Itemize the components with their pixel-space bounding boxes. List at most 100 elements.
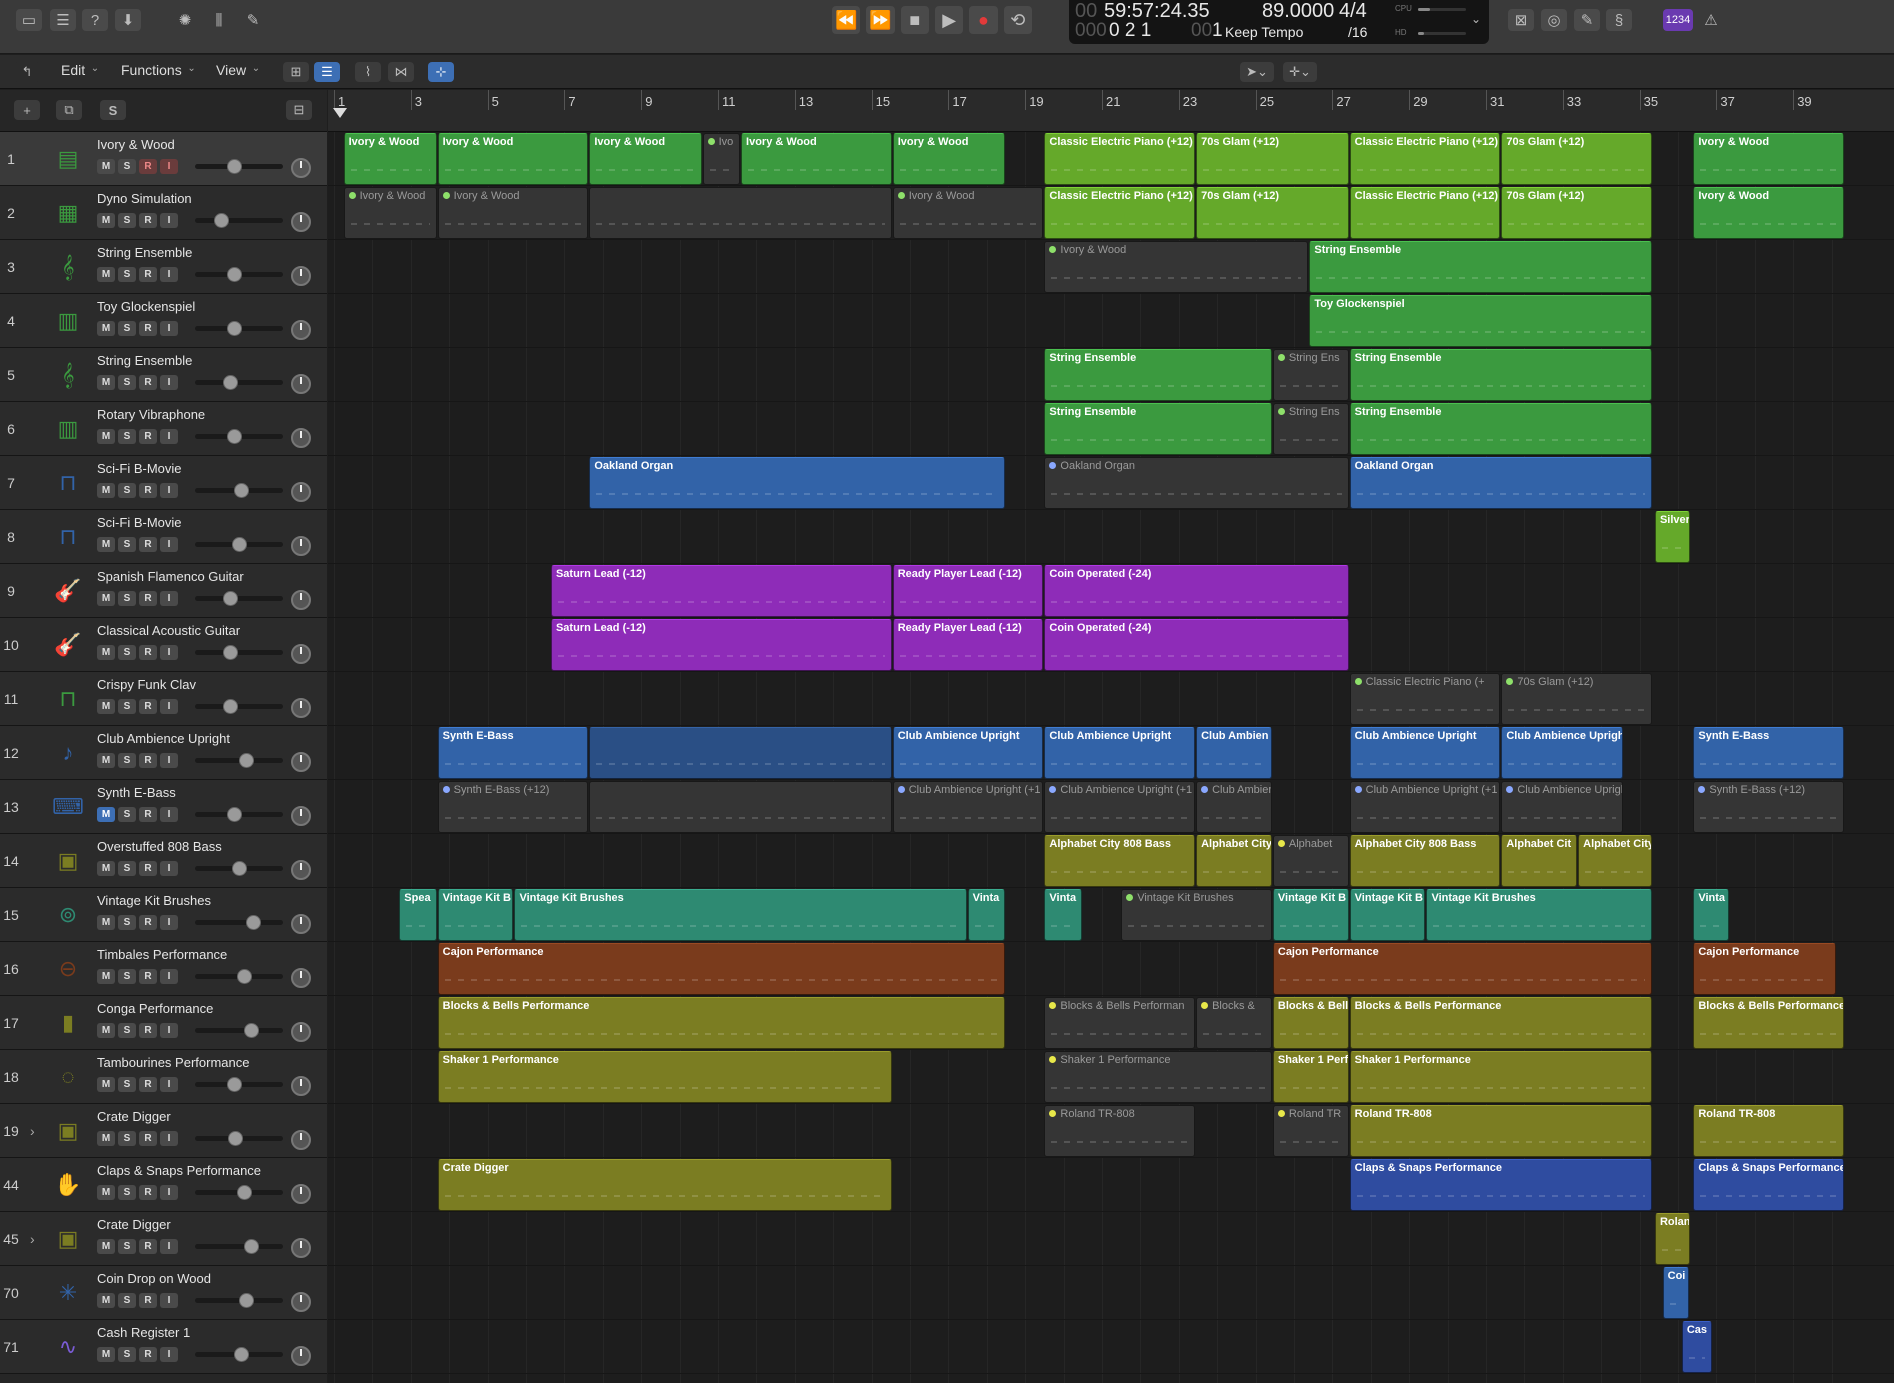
count-in-button[interactable]: 1234 [1663, 9, 1693, 31]
mute-button[interactable]: M [97, 753, 115, 768]
input-monitor-button[interactable]: I [160, 807, 178, 822]
lcd-display[interactable]: 00 59:57:24.35 000 0 2 1 00 1 89.0000 Ke… [1069, 0, 1489, 44]
region[interactable]: Club Ambience Uprigh [1501, 781, 1624, 833]
input-monitor-button[interactable]: I [160, 429, 178, 444]
region[interactable]: String Ensemble [1349, 349, 1653, 401]
region[interactable]: Ivory & Wood [892, 133, 1005, 185]
mute-button[interactable]: M [97, 1131, 115, 1146]
input-monitor-button[interactable]: I [160, 1023, 178, 1038]
track-name[interactable]: String Ensemble [97, 353, 192, 368]
track-name[interactable]: Vintage Kit Brushes [97, 893, 211, 908]
input-monitor-button[interactable]: I [160, 483, 178, 498]
track-header[interactable]: 16 ⊖ Timbales Performance M S R I [0, 942, 327, 996]
region[interactable]: Cajon Performance [437, 943, 1005, 995]
volume-fader[interactable] [195, 699, 283, 714]
mute-button[interactable]: M [97, 807, 115, 822]
volume-fader[interactable] [195, 645, 283, 660]
track-name[interactable]: Coin Drop on Wood [97, 1271, 211, 1286]
pan-knob[interactable] [291, 428, 311, 448]
region[interactable]: Oakland Organ [1349, 457, 1653, 509]
lcd-tempo[interactable]: 89.0000 [1262, 0, 1334, 23]
track-name[interactable]: Ivory & Wood [97, 137, 175, 152]
replace-icon[interactable]: ⊠ [1508, 9, 1534, 31]
record-enable-button[interactable]: R [139, 1185, 157, 1200]
pan-knob[interactable] [291, 212, 311, 232]
mute-button[interactable]: M [97, 159, 115, 174]
region[interactable]: Ivory & Wood [437, 187, 589, 239]
lcd-tempo-mode[interactable]: Keep Tempo [1225, 24, 1303, 40]
track-header[interactable]: 13 ⌨ Synth E-Bass M S R I [0, 780, 327, 834]
input-monitor-button[interactable]: I [160, 699, 178, 714]
pan-knob[interactable] [291, 158, 311, 178]
region[interactable]: String Ensemble [1349, 403, 1653, 455]
track-header[interactable]: 7 ⊓ Sci-Fi B-Movie M S R I [0, 456, 327, 510]
track-header[interactable]: 1 ▤ Ivory & Wood M S R I [0, 132, 327, 186]
volume-fader[interactable] [195, 267, 283, 282]
track-header[interactable]: 14 ▣ Overstuffed 808 Bass M S R I [0, 834, 327, 888]
flex-icon[interactable]: ⋈ [388, 62, 414, 82]
region[interactable]: Synth E-Bass [1693, 727, 1845, 779]
track-name[interactable]: Overstuffed 808 Bass [97, 839, 222, 854]
arrange-area[interactable]: Ivory & Wood Ivory & Wood Ivory & Wood Ivo I… [328, 132, 1894, 1383]
region[interactable]: Coi [1662, 1267, 1689, 1319]
region[interactable]: Alphabet City [1196, 835, 1272, 887]
fader-knob[interactable] [237, 969, 253, 984]
track-name[interactable]: Cash Register 1 [97, 1325, 190, 1340]
region[interactable]: 70s Glam (+12) [1501, 133, 1653, 185]
track-header[interactable]: 11 ⊓ Crispy Funk Clav M S R I [0, 672, 327, 726]
fader-knob[interactable] [226, 321, 242, 336]
track-header[interactable]: 71 ∿ Cash Register 1 MSRI [0, 1320, 327, 1374]
track-header[interactable]: 45 › ▣ Crate Digger M S R I [0, 1212, 327, 1266]
pan-knob[interactable] [291, 1076, 311, 1096]
region[interactable]: Ivory & Wood [1044, 241, 1309, 293]
record-enable-button[interactable]: R [139, 1293, 157, 1308]
volume-fader[interactable] [195, 1239, 283, 1254]
catch-icon[interactable]: ⊹ [428, 62, 454, 82]
add-track-icon[interactable]: + [14, 100, 40, 120]
solo-button[interactable]: S [118, 1293, 136, 1308]
solo-button[interactable]: S [118, 753, 136, 768]
region[interactable]: String Ensemble [1044, 403, 1272, 455]
track-name[interactable]: Club Ambience Upright [97, 731, 230, 746]
fader-knob[interactable] [246, 915, 262, 930]
bar-ruler[interactable]: 1 3 5 7 9 11 13 15 17 19 21 23 25 27 29 31 33 35 37 39 [328, 90, 1894, 132]
fader-knob[interactable] [226, 1077, 242, 1092]
input-monitor-button[interactable]: I [160, 1239, 178, 1254]
solo-button[interactable]: S [118, 267, 136, 282]
region[interactable] [589, 727, 892, 779]
region[interactable]: Cas [1681, 1321, 1712, 1373]
track-header[interactable]: 17 ▮ Conga Performance M S R I [0, 996, 327, 1050]
track-header[interactable]: 8 ⊓ Sci-Fi B-Movie M S R I [0, 510, 327, 564]
region[interactable]: Club Ambience Upright [1044, 727, 1196, 779]
region[interactable]: Crate Digger [437, 1159, 892, 1211]
region[interactable]: Ivory & Wood [437, 133, 589, 185]
record-enable-button[interactable]: R [139, 321, 157, 336]
input-monitor-button[interactable]: I [160, 645, 178, 660]
region[interactable]: Shaker 1 Perf [1272, 1051, 1349, 1103]
functions-menu[interactable]: Functions ⌄ [113, 62, 200, 82]
record-icon[interactable]: ● [969, 6, 998, 34]
mute-button[interactable]: M [97, 537, 115, 552]
track-lane[interactable] [328, 672, 1894, 726]
volume-fader[interactable] [195, 429, 283, 444]
volume-fader[interactable] [195, 1131, 283, 1146]
fader-knob[interactable] [223, 645, 239, 660]
pan-knob[interactable] [291, 644, 311, 664]
region[interactable]: Club Ambien [1196, 781, 1272, 833]
disclosure-chevron-icon[interactable]: › [30, 1231, 35, 1247]
volume-fader[interactable] [195, 1023, 283, 1038]
solo-button[interactable]: S [118, 591, 136, 606]
volume-fader[interactable] [195, 1293, 283, 1308]
mute-button[interactable]: M [97, 483, 115, 498]
region[interactable]: Club Ambience Upright [1349, 727, 1501, 779]
region[interactable]: String Ensemble [1044, 349, 1272, 401]
input-monitor-button[interactable]: I [160, 267, 178, 282]
region[interactable]: Synth E-Bass (+12) [437, 781, 589, 833]
solo-button[interactable]: S [118, 1023, 136, 1038]
region[interactable]: Club Ambien [1196, 727, 1272, 779]
region[interactable]: Ivory & Wood [741, 133, 892, 185]
region[interactable]: Oakland Organ [589, 457, 1005, 509]
volume-fader[interactable] [195, 861, 283, 876]
track-name[interactable]: Toy Glockenspiel [97, 299, 195, 314]
solo-button[interactable]: S [118, 699, 136, 714]
